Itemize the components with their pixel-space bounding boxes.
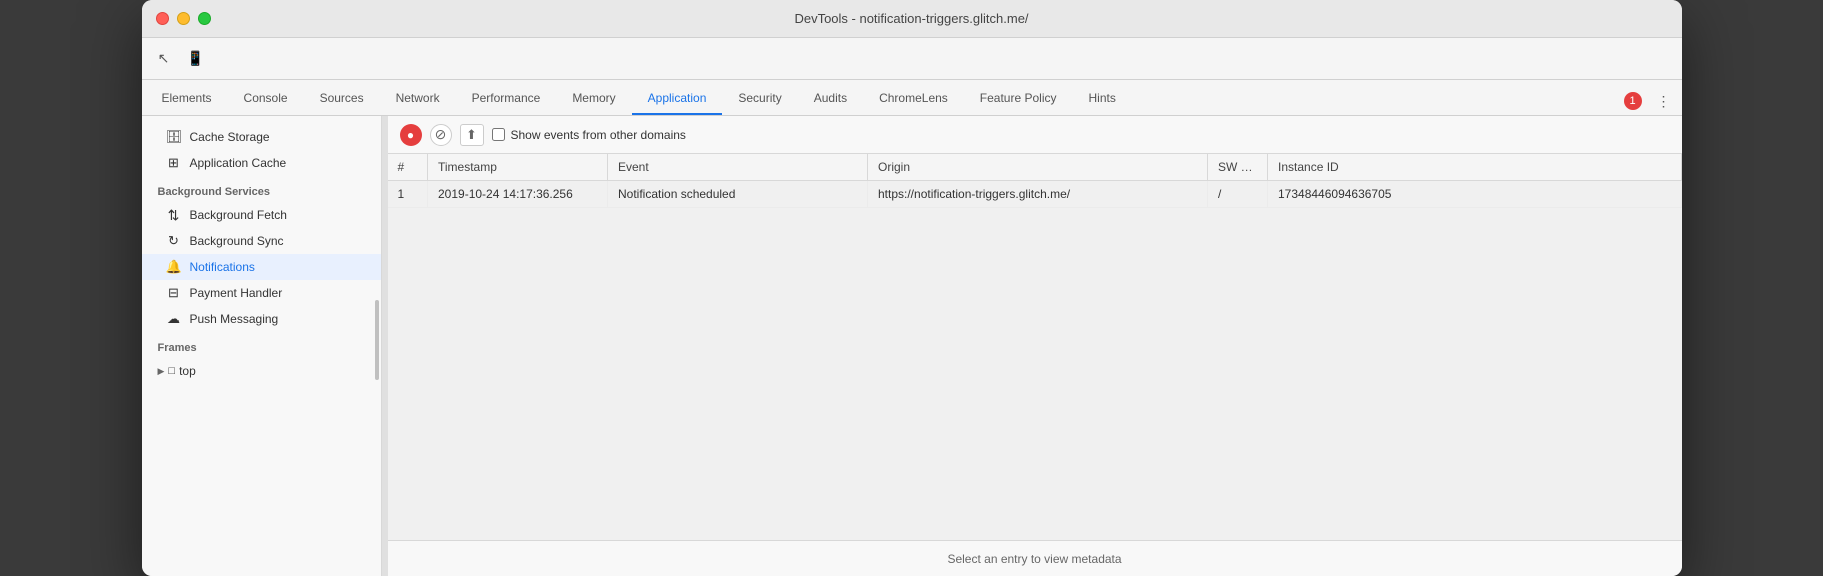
payment-handler-icon: ⊟	[166, 285, 182, 301]
tab-security[interactable]: Security	[722, 83, 797, 115]
application-cache-icon: ⊞	[166, 155, 182, 171]
error-badge: 1	[1624, 92, 1642, 110]
frames-section-label: Frames	[142, 332, 381, 358]
table-header-row: # Timestamp Event Origin SW … Instance I…	[388, 154, 1682, 181]
tab-sources[interactable]: Sources	[304, 83, 380, 115]
col-header-origin: Origin	[868, 154, 1208, 181]
sidebar-label-cache-storage: Cache Storage	[190, 130, 270, 144]
tab-feature-policy[interactable]: Feature Policy	[964, 83, 1073, 115]
device-toolbar-button[interactable]: 📱	[182, 45, 210, 73]
col-header-num: #	[388, 154, 428, 181]
fullscreen-button[interactable]	[198, 12, 211, 25]
action-bar: ● ⊘ ⬆ Show events from other domains	[388, 116, 1682, 154]
clear-button[interactable]: ⊘	[430, 124, 452, 146]
cell-instance: 17348446094636705	[1268, 181, 1682, 208]
tab-elements[interactable]: Elements	[146, 83, 228, 115]
tab-application[interactable]: Application	[632, 83, 723, 115]
show-events-text: Show events from other domains	[511, 128, 686, 142]
devtools-window: DevTools - notification-triggers.glitch.…	[142, 0, 1682, 576]
more-options-button[interactable]: ⋮	[1650, 87, 1678, 115]
window-title: DevTools - notification-triggers.glitch.…	[794, 11, 1028, 26]
background-sync-icon: ↻	[166, 233, 182, 249]
col-header-sw: SW …	[1208, 154, 1268, 181]
inspect-element-button[interactable]: ↖	[150, 45, 178, 73]
events-table: # Timestamp Event Origin SW … Instance I…	[388, 154, 1682, 208]
cursor-icon: ↖	[158, 50, 170, 67]
cell-num: 1	[388, 181, 428, 208]
cell-event: Notification scheduled	[608, 181, 868, 208]
toolbar: ↖ 📱	[142, 38, 1682, 80]
record-button[interactable]: ●	[400, 124, 422, 146]
cache-storage-icon: 🗄	[166, 129, 182, 145]
push-messaging-icon: ☁	[166, 311, 182, 327]
events-table-container[interactable]: # Timestamp Event Origin SW … Instance I…	[388, 154, 1682, 540]
tab-audits[interactable]: Audits	[798, 83, 863, 115]
sidebar-item-payment-handler[interactable]: ⊟ Payment Handler	[142, 280, 381, 306]
device-icon: 📱	[187, 50, 204, 67]
clear-icon: ⊘	[435, 126, 447, 143]
show-events-checkbox[interactable]	[492, 128, 505, 141]
col-header-event: Event	[608, 154, 868, 181]
metadata-text: Select an entry to view metadata	[947, 552, 1121, 566]
sidebar-label-notifications: Notifications	[190, 260, 255, 274]
close-button[interactable]	[156, 12, 169, 25]
tab-network[interactable]: Network	[380, 83, 456, 115]
sidebar-scrollbar[interactable]	[375, 300, 379, 380]
minimize-button[interactable]	[177, 12, 190, 25]
cell-origin: https://notification-triggers.glitch.me/	[868, 181, 1208, 208]
sidebar-item-notifications[interactable]: 🔔 Notifications	[142, 254, 381, 280]
sidebar-item-push-messaging[interactable]: ☁ Push Messaging	[142, 306, 381, 332]
content-area: ● ⊘ ⬆ Show events from other domains	[388, 116, 1682, 576]
col-header-instance: Instance ID	[1268, 154, 1682, 181]
titlebar: DevTools - notification-triggers.glitch.…	[142, 0, 1682, 38]
sidebar-label-background-sync: Background Sync	[190, 234, 284, 248]
metadata-bar: Select an entry to view metadata	[388, 540, 1682, 576]
nav-right: 1 ⋮	[1624, 87, 1678, 115]
frame-icon: □	[168, 365, 175, 377]
more-icon: ⋮	[1657, 93, 1671, 110]
sidebar-label-background-fetch: Background Fetch	[190, 208, 287, 222]
tab-performance[interactable]: Performance	[456, 83, 557, 115]
main-layout: 🗄 Cache Storage ⊞ Application Cache Back…	[142, 116, 1682, 576]
notifications-icon: 🔔	[166, 259, 182, 275]
tab-chromelens[interactable]: ChromeLens	[863, 83, 964, 115]
tab-memory[interactable]: Memory	[556, 83, 631, 115]
table-row[interactable]: 1 2019-10-24 14:17:36.256 Notification s…	[388, 181, 1682, 208]
sidebar-item-application-cache[interactable]: ⊞ Application Cache	[142, 150, 381, 176]
sidebar-label-payment-handler: Payment Handler	[190, 286, 283, 300]
sidebar-item-frames-top[interactable]: ▶ □ top	[142, 358, 381, 384]
cell-timestamp: 2019-10-24 14:17:36.256	[428, 181, 608, 208]
background-services-section-label: Background Services	[142, 176, 381, 202]
sidebar-item-background-sync[interactable]: ↻ Background Sync	[142, 228, 381, 254]
record-icon: ●	[407, 128, 414, 142]
sidebar-label-push-messaging: Push Messaging	[190, 312, 279, 326]
cell-sw: /	[1208, 181, 1268, 208]
background-fetch-icon: ⇅	[166, 207, 182, 224]
upload-button[interactable]: ⬆	[460, 124, 484, 146]
show-events-label[interactable]: Show events from other domains	[492, 128, 686, 142]
sidebar: 🗄 Cache Storage ⊞ Application Cache Back…	[142, 116, 382, 576]
traffic-lights	[156, 12, 211, 25]
sidebar-label-application-cache: Application Cache	[190, 156, 287, 170]
upload-icon: ⬆	[466, 127, 477, 143]
tree-arrow-icon: ▶	[158, 366, 165, 377]
tab-console[interactable]: Console	[228, 83, 304, 115]
sidebar-item-background-fetch[interactable]: ⇅ Background Fetch	[142, 202, 381, 228]
sidebar-label-top: top	[179, 364, 196, 378]
sidebar-item-cache-storage[interactable]: 🗄 Cache Storage	[142, 124, 381, 150]
tab-hints[interactable]: Hints	[1073, 83, 1132, 115]
col-header-timestamp: Timestamp	[428, 154, 608, 181]
nav-tabs: Elements Console Sources Network Perform…	[142, 80, 1682, 116]
